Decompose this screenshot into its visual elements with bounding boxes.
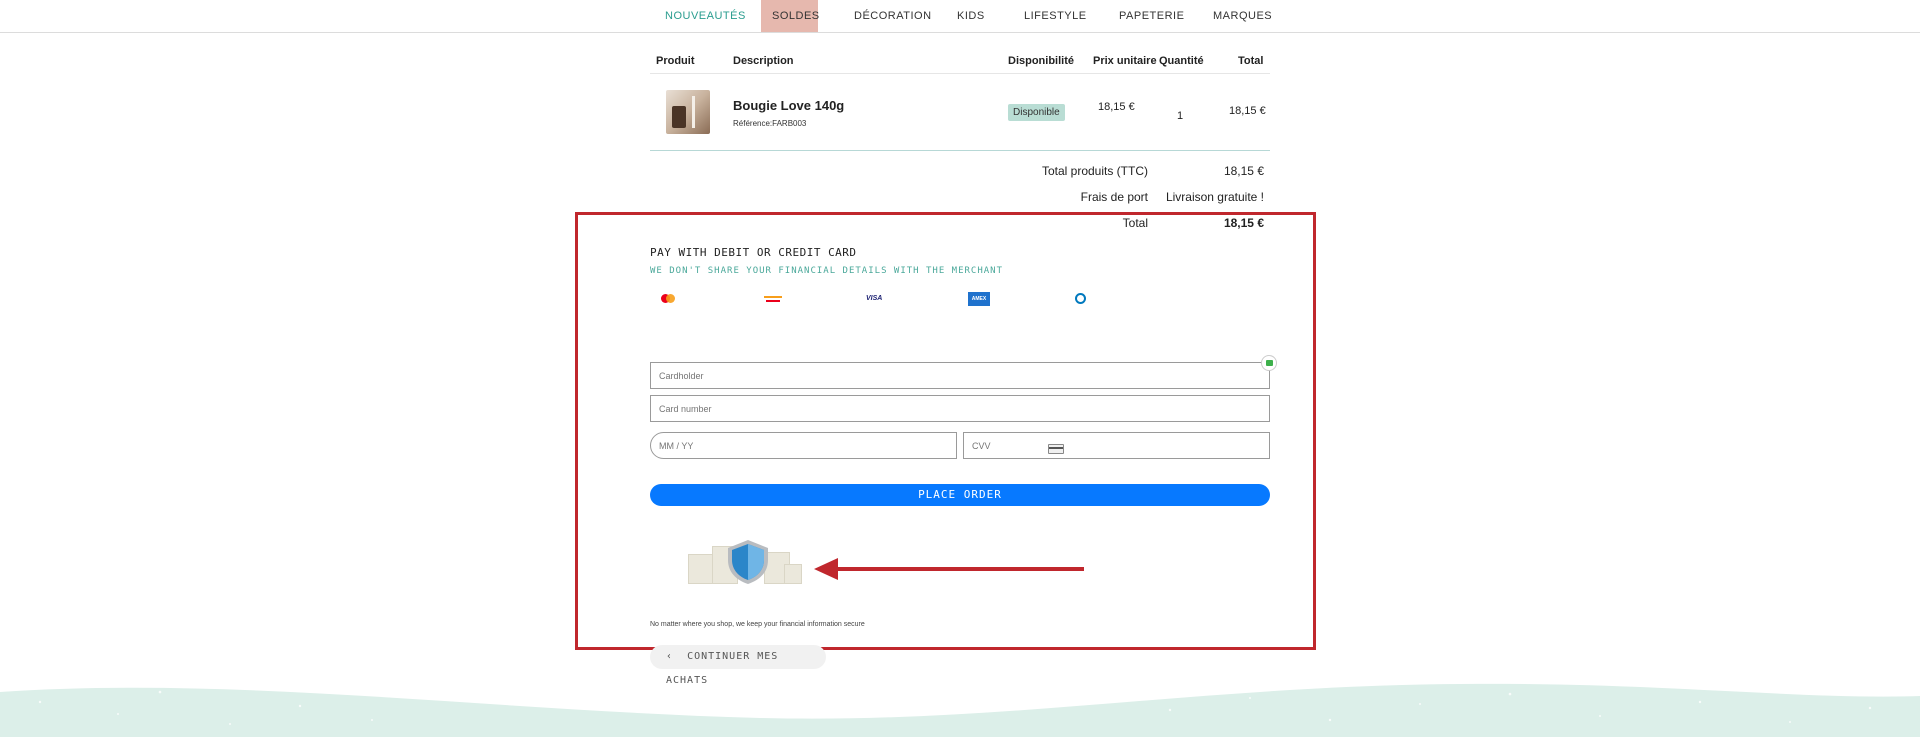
- mastercard-icon: [661, 292, 675, 306]
- card-back-icon: [1048, 444, 1064, 454]
- header-unit-price: Prix unitaire: [1093, 55, 1157, 67]
- header-product: Produit: [656, 55, 695, 67]
- products-total-label: Total produits (TTC): [1041, 164, 1148, 178]
- availability-badge: Disponible: [1008, 104, 1065, 121]
- header-availability: Disponibilité: [1008, 55, 1074, 67]
- shipping-value: Livraison gratuite !: [1165, 190, 1264, 204]
- nav-item-decoration[interactable]: DÉCORATION: [843, 0, 943, 32]
- products-total-value: 18,15 €: [1223, 164, 1264, 178]
- payment-title: PAY WITH DEBIT OR CREDIT CARD: [650, 246, 857, 259]
- header-divider: [650, 73, 1270, 74]
- nav-item-lifestyle[interactable]: LIFESTYLE: [1013, 0, 1098, 32]
- autofill-icon[interactable]: [1261, 355, 1277, 371]
- header-total: Total: [1238, 55, 1264, 67]
- payment-subtitle: WE DON'T SHARE YOUR FINANCIAL DETAILS WI…: [650, 266, 1004, 276]
- nav-item-nouveautes[interactable]: NOUVEAUTÉS: [654, 0, 757, 32]
- annotation-arrow-line: [836, 567, 1084, 571]
- expiry-input[interactable]: [650, 432, 957, 459]
- amex-icon: AMEX: [968, 292, 990, 306]
- row-divider: [650, 150, 1270, 151]
- shipping-label: Frais de port: [1080, 190, 1148, 204]
- header-description: Description: [733, 55, 794, 67]
- cardholder-input[interactable]: [650, 362, 1270, 389]
- card-number-input[interactable]: [650, 395, 1270, 422]
- header-quantity: Quantité: [1159, 55, 1204, 67]
- cvv-input[interactable]: [963, 432, 1270, 459]
- product-thumbnail[interactable]: [666, 90, 710, 134]
- line-total: 18,15 €: [1229, 105, 1266, 117]
- continue-shopping-button[interactable]: ‹ CONTINUER MES ACHATS: [650, 645, 826, 686]
- security-note: No matter where you shop, we keep your f…: [650, 621, 865, 628]
- top-navigation: NOUVEAUTÉS SOLDES DÉCORATION KIDS LIFEST…: [0, 0, 1920, 33]
- place-order-button[interactable]: PLACE ORDER: [650, 484, 1270, 506]
- maestro-icon: [764, 292, 782, 306]
- nav-item-soldes[interactable]: SOLDES: [761, 0, 819, 32]
- secure-shopping-illustration: [688, 538, 804, 584]
- nav-item-kids[interactable]: KIDS: [946, 0, 996, 32]
- visa-icon: VISA: [866, 295, 883, 302]
- quantity-value: 1: [1177, 110, 1184, 122]
- annotation-arrow-head: [814, 558, 838, 580]
- chevron-left-icon: ‹: [666, 651, 688, 662]
- product-reference: Référence:FARB003: [733, 119, 807, 128]
- shield-icon: [728, 540, 768, 584]
- annotation-highlight-box: [575, 212, 1316, 650]
- product-name[interactable]: Bougie Love 140g: [733, 98, 844, 113]
- nav-item-papeterie[interactable]: PAPETERIE: [1108, 0, 1195, 32]
- nav-item-marques[interactable]: MARQUES: [1202, 0, 1283, 32]
- diners-icon: [1075, 292, 1087, 306]
- footer-wave: [0, 683, 1920, 737]
- unit-price: 18,15 €: [1098, 101, 1135, 113]
